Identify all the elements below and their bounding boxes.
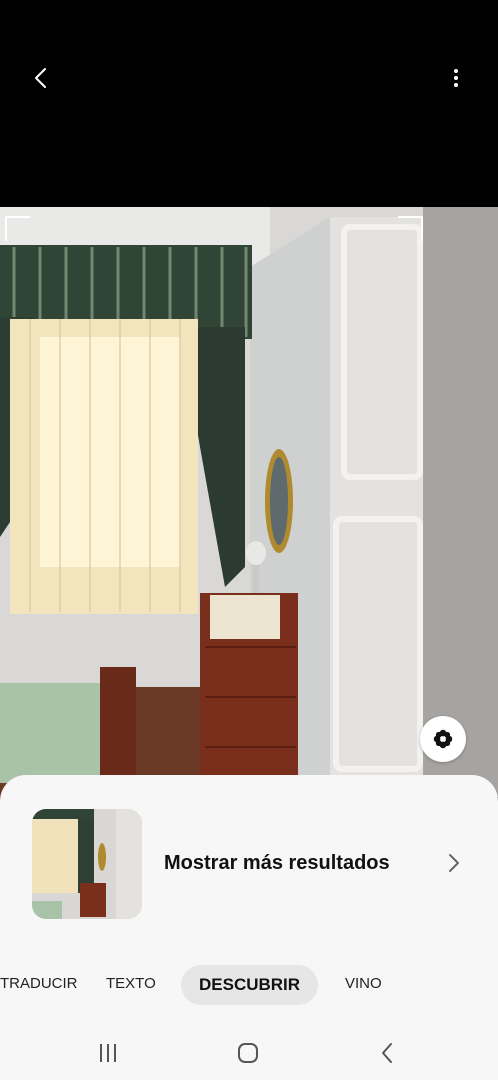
top-bar — [0, 0, 498, 207]
flower-icon — [433, 729, 453, 749]
tab-texto[interactable]: TEXTO — [106, 975, 156, 992]
more-vertical-icon — [454, 69, 458, 87]
tab-traducir[interactable]: TRADUCIR — [0, 975, 78, 992]
home-icon — [238, 1043, 258, 1063]
more-results-row[interactable]: Mostrar más resultados — [0, 775, 498, 955]
back-icon — [382, 1043, 392, 1063]
mode-tabs: TRADUCIR TEXTO DESCUBRIR VINO — [0, 965, 498, 1005]
tab-descubrir[interactable]: DESCUBRIR — [181, 965, 319, 1005]
photo-preview[interactable] — [0, 207, 498, 797]
more-results-label: Mostrar más resultados — [164, 852, 390, 874]
recents-button[interactable] — [88, 1037, 128, 1069]
chevron-right-icon — [449, 854, 459, 872]
more-options-button[interactable] — [434, 56, 478, 100]
chevron-left-icon — [35, 68, 46, 88]
system-back-button[interactable] — [368, 1037, 408, 1069]
back-button[interactable] — [20, 56, 64, 100]
results-sheet: Mostrar más resultados TRADUCIR TEXTO DE… — [0, 775, 498, 1080]
bedroom-photo — [0, 207, 498, 797]
tab-vino[interactable]: VINO — [345, 975, 382, 992]
result-thumbnail — [32, 809, 142, 919]
lens-button[interactable] — [420, 716, 466, 762]
recents-icon — [100, 1044, 116, 1062]
home-button[interactable] — [228, 1037, 268, 1069]
system-nav-bar — [0, 1025, 498, 1080]
